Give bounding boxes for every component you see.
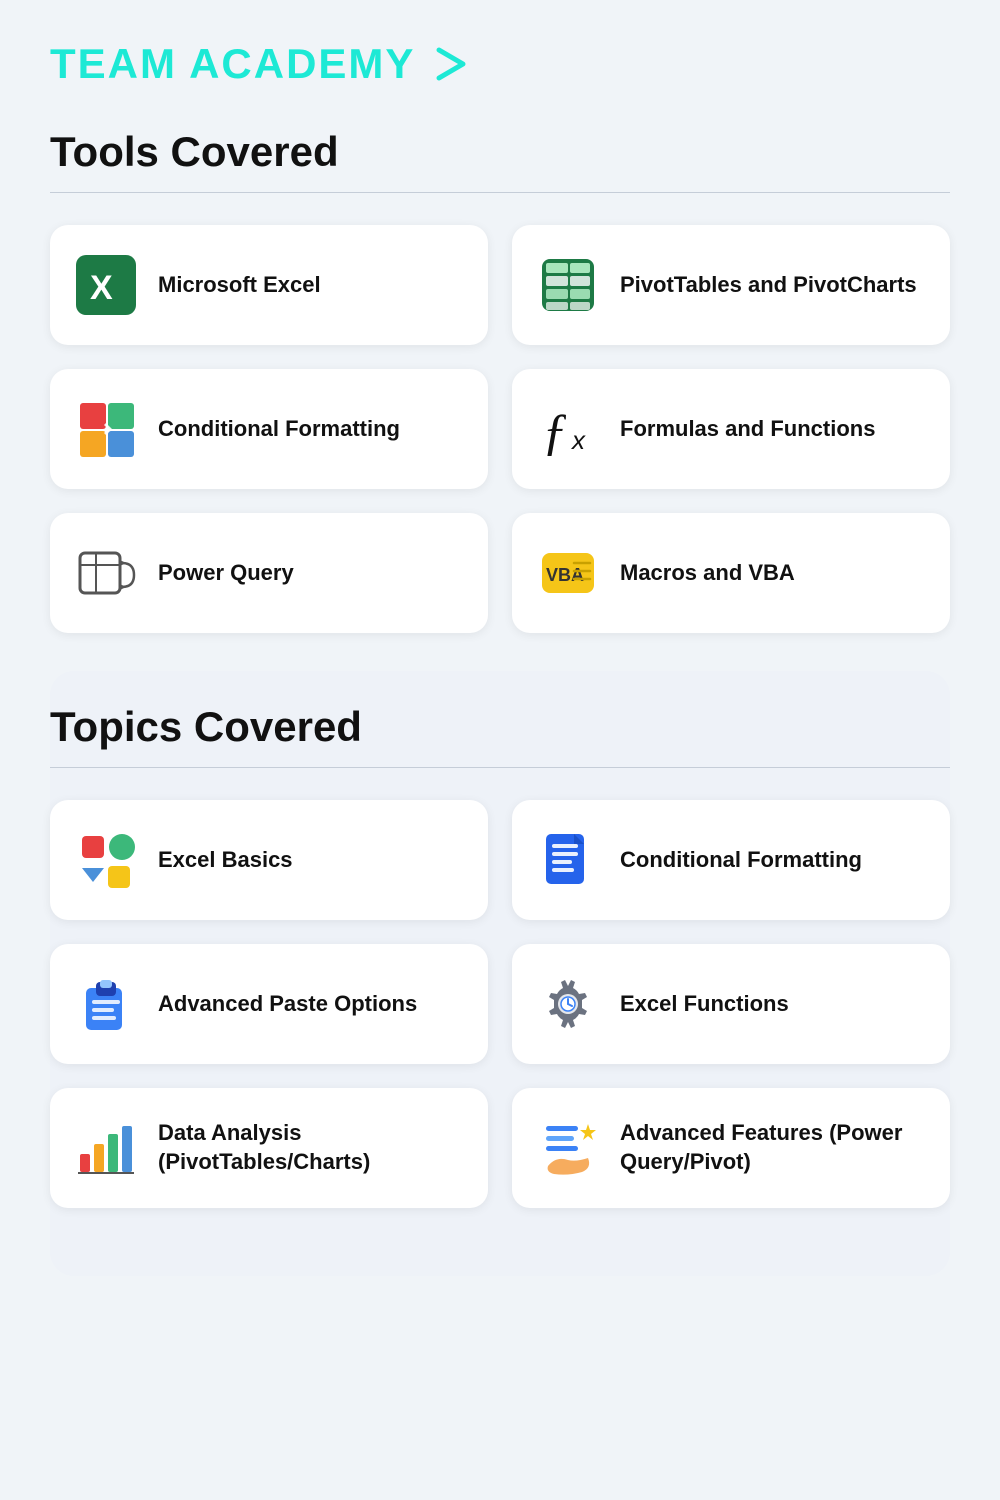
card-advanced-features[interactable]: Advanced Features (Power Query/Pivot)	[512, 1088, 950, 1208]
svg-text:ƒ: ƒ	[542, 404, 568, 459]
tools-divider	[50, 192, 950, 193]
microsoft-excel-icon: X	[74, 253, 138, 317]
card-data-analysis[interactable]: Data Analysis (PivotTables/Charts)	[50, 1088, 488, 1208]
power-query-icon	[74, 541, 138, 605]
svg-text:X: X	[90, 269, 113, 307]
card-cond-fmt-topic[interactable]: Conditional Formatting	[512, 800, 950, 920]
svg-text:VBA: VBA	[546, 565, 584, 585]
topics-section: Topics Covered Excel Basics	[50, 671, 950, 1276]
card-microsoft-excel[interactable]: X Microsoft Excel	[50, 225, 488, 345]
macros-vba-label: Macros and VBA	[620, 559, 795, 588]
pivottables-label: PivotTables and PivotCharts	[620, 271, 917, 300]
card-advanced-paste[interactable]: Advanced Paste Options	[50, 944, 488, 1064]
excel-functions-icon	[536, 972, 600, 1036]
tools-section-title: Tools Covered	[50, 128, 950, 176]
topics-section-title: Topics Covered	[50, 703, 950, 751]
power-query-label: Power Query	[158, 559, 294, 588]
data-analysis-label: Data Analysis (PivotTables/Charts)	[158, 1119, 464, 1176]
card-macros-vba[interactable]: VBA Macros and VBA	[512, 513, 950, 633]
advanced-features-label: Advanced Features (Power Query/Pivot)	[620, 1119, 926, 1176]
card-conditional-formatting[interactable]: Conditional Formatting	[50, 369, 488, 489]
excel-basics-icon	[74, 828, 138, 892]
card-pivottables[interactable]: PivotTables and PivotCharts	[512, 225, 950, 345]
formulas-functions-label: Formulas and Functions	[620, 415, 875, 444]
tools-card-grid: X Microsoft Excel	[50, 225, 950, 633]
advanced-paste-label: Advanced Paste Options	[158, 990, 417, 1019]
topics-divider	[50, 767, 950, 768]
advanced-features-icon	[536, 1116, 600, 1180]
excel-basics-label: Excel Basics	[158, 846, 293, 875]
card-excel-functions[interactable]: Excel Functions	[512, 944, 950, 1064]
topics-card-grid: Excel Basics Conditional Formatting	[50, 800, 950, 1208]
excel-functions-label: Excel Functions	[620, 990, 789, 1019]
card-excel-basics[interactable]: Excel Basics	[50, 800, 488, 920]
tools-section: Tools Covered X Microsoft Excel	[50, 128, 950, 633]
card-power-query[interactable]: Power Query	[50, 513, 488, 633]
data-analysis-icon	[74, 1116, 138, 1180]
microsoft-excel-label: Microsoft Excel	[158, 271, 321, 300]
pivottables-icon	[536, 253, 600, 317]
card-formulas-functions[interactable]: ƒ x Formulas and Functions	[512, 369, 950, 489]
advanced-paste-icon	[74, 972, 138, 1036]
cond-fmt-topic-label: Conditional Formatting	[620, 846, 862, 875]
conditional-formatting-label: Conditional Formatting	[158, 415, 400, 444]
macros-vba-icon: VBA	[536, 541, 600, 605]
header: TEAM ACADEMY	[50, 40, 950, 88]
svg-text:x: x	[570, 425, 586, 455]
formulas-functions-icon: ƒ x	[536, 397, 600, 461]
conditional-formatting-icon	[74, 397, 138, 461]
cond-fmt-topic-icon	[536, 828, 600, 892]
brand-arrow-icon	[429, 42, 473, 86]
brand-name: TEAM ACADEMY	[50, 40, 415, 88]
